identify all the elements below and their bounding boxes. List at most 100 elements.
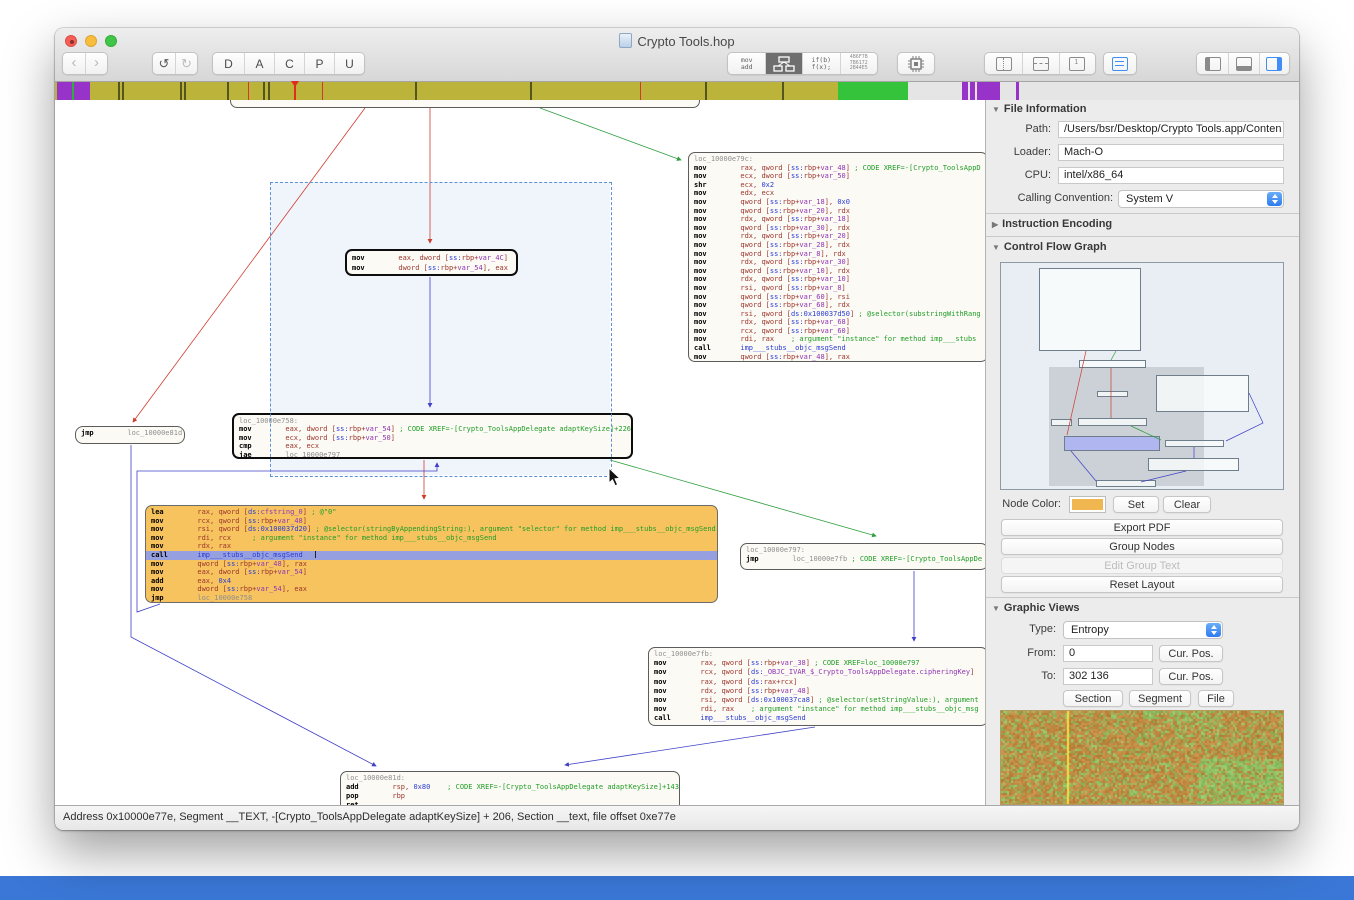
single-view-button[interactable]: 1 [1059, 53, 1095, 74]
basic-block-loop-body-colored[interactable]: lea rax, qword [ds:cfstring_0] ; @"0"mov… [145, 505, 718, 603]
navbar-tick [268, 82, 270, 100]
pseudocode-view-button[interactable]: if(b) f(x); [802, 53, 840, 74]
edge-top-to-jmp81d [133, 108, 365, 422]
popup-stepper-icon [1206, 623, 1221, 637]
hex-view-icon: 4B6F7B 7B6172 2B44E5 [850, 55, 868, 72]
type-label: Type: [1008, 621, 1056, 638]
section-header-graphic-views[interactable]: ▼Graphic Views [992, 602, 1080, 614]
undo-icon: ↺ [159, 56, 170, 72]
hex-view-button[interactable]: 4B6F7B 7B6172 2B44E5 [840, 53, 878, 74]
divider [986, 213, 1299, 214]
type-popup[interactable]: Entropy [1063, 621, 1223, 639]
toggle-right-panel-button[interactable] [1259, 53, 1289, 74]
navbar-tick [782, 82, 784, 100]
reset-layout-button[interactable]: Reset Layout [1001, 576, 1283, 593]
node-color-well[interactable] [1069, 496, 1106, 513]
document-icon [619, 33, 632, 48]
basic-block-loc-10000e758[interactable]: loc_10000e758:mov eax, dword [ss:rbp+var… [232, 413, 633, 459]
inspector-sidebar: ▼File Information Path: /Users/bsr/Deskt… [985, 100, 1299, 805]
control-flow-graph-view[interactable]: jae loc_10000e79c loc_10000e79c:mov rax,… [55, 100, 985, 805]
panel-toggles-group [1196, 52, 1290, 75]
edit-group-text-button[interactable]: Edit Group Text [1001, 557, 1283, 574]
loader-label: Loader: [991, 144, 1051, 161]
basic-block-loc-10000e797[interactable]: loc_10000e797:jmp loc_10000e7fb ; CODE X… [740, 543, 985, 570]
clear-node-color-button[interactable]: Clear [1163, 496, 1211, 513]
inspector-button-group [1103, 52, 1137, 75]
minimap-edges [1001, 263, 1283, 489]
export-pdf-button[interactable]: Export PDF [1001, 519, 1283, 536]
mode-button-undefined[interactable]: U [334, 53, 364, 74]
cfg-minimap[interactable] [1000, 262, 1284, 490]
path-field[interactable]: /Users/bsr/Desktop/Crypto Tools.app/Cont… [1058, 121, 1284, 138]
set-node-color-button[interactable]: Set [1113, 496, 1159, 513]
mode-button-data[interactable]: D [213, 53, 244, 74]
file-information-title: File Information [1004, 103, 1087, 115]
calling-convention-label: Calling Convention: [988, 190, 1113, 207]
horizontal-split-button[interactable] [1022, 53, 1058, 74]
navbar-position-arrow-icon [291, 81, 299, 87]
basic-block-loc-10000e79c[interactable]: loc_10000e79c:mov rax, qword [ss:rbp+var… [688, 152, 985, 362]
view-switcher-group: mov add if(b) f(x); 4B6F7B 7B6172 2B44E5 [727, 52, 878, 75]
desktop-wallpaper-strip [0, 876, 1354, 900]
calling-convention-popup[interactable]: System V [1118, 190, 1284, 208]
node-color-label: Node Color: [996, 496, 1061, 513]
cfg-view-button[interactable] [765, 53, 802, 74]
mode-button-ascii[interactable]: A [244, 53, 274, 74]
back-button[interactable]: ‹ [63, 53, 85, 74]
vertical-split-icon [996, 57, 1012, 71]
file-navigation-bar[interactable] [55, 82, 1299, 101]
forward-button[interactable]: › [85, 53, 107, 74]
disclosure-triangle-icon: ▼ [992, 604, 1000, 613]
mode-button-code[interactable]: C [274, 53, 304, 74]
horizontal-split-icon [1033, 57, 1049, 71]
cpu-button[interactable] [898, 53, 934, 74]
mode-letter-a: A [255, 57, 263, 71]
navbar-tick [263, 82, 265, 100]
redo-button[interactable]: ↻ [175, 53, 197, 74]
from-field[interactable]: 0 [1063, 645, 1153, 662]
popup-stepper-icon [1267, 192, 1282, 206]
inspector-button[interactable] [1104, 53, 1136, 74]
entropy-canvas [1001, 711, 1283, 804]
assembly-view-icon: mov add [741, 57, 753, 71]
forward-chevron-icon: › [94, 55, 99, 70]
group-nodes-button[interactable]: Group Nodes [1001, 538, 1283, 555]
back-chevron-icon: ‹ [71, 55, 76, 70]
section-header-control-flow-graph[interactable]: ▼Control Flow Graph [992, 241, 1107, 253]
basic-block-top-partial[interactable]: jae loc_10000e79c [230, 100, 700, 108]
section-header-instruction-encoding[interactable]: ▶Instruction Encoding [992, 218, 1112, 230]
undo-button[interactable]: ↺ [153, 53, 175, 74]
from-cur-pos-button[interactable]: Cur. Pos. [1159, 645, 1223, 662]
toggle-bottom-panel-button[interactable] [1228, 53, 1258, 74]
basic-block-jmp-e81d[interactable]: jmp loc_10000e81d [75, 426, 185, 444]
mode-button-procedure[interactable]: P [304, 53, 334, 74]
to-field[interactable]: 302 136 [1063, 668, 1153, 685]
split-options-group: 1 [984, 52, 1096, 75]
toggle-left-panel-button[interactable] [1197, 53, 1228, 74]
basic-block-loc-10000e7fb[interactable]: loc_10000e7fb:mov rax, qword [ss:rbp+var… [648, 647, 985, 726]
file-range-button[interactable]: File [1198, 690, 1234, 707]
right-panel-icon [1266, 57, 1282, 71]
mouse-cursor [608, 468, 622, 488]
section-header-file-information[interactable]: ▼ File Information [992, 103, 1086, 115]
navbar-tick [415, 82, 417, 100]
disclosure-triangle-icon: ▼ [992, 105, 1000, 114]
loader-field[interactable]: Mach-O [1058, 144, 1284, 161]
basic-block-loc-10000e81d[interactable]: loc_10000e81d:add rsp, 0x80 ; CODE XREF=… [340, 771, 680, 805]
cpu-label: CPU: [991, 167, 1051, 184]
assembly-view-button[interactable]: mov add [728, 53, 765, 74]
entropy-graphic [1000, 710, 1284, 805]
segment-range-button[interactable]: Segment [1129, 690, 1191, 707]
navbar-tick [184, 82, 186, 100]
navbar-tick [118, 82, 120, 100]
vertical-split-button[interactable] [985, 53, 1022, 74]
bottom-panel-icon [1236, 57, 1252, 71]
basic-block-selected-center[interactable]: mov eax, dword [ss:rbp+var_4C]mov dword … [345, 249, 518, 276]
edge-e7fb-to-e81d [565, 727, 815, 765]
navbar-region [1016, 82, 1019, 100]
navbar-tick [705, 82, 707, 100]
cpu-field[interactable]: intel/x86_64 [1058, 167, 1284, 184]
disclosure-triangle-icon: ▼ [992, 243, 1000, 252]
section-range-button[interactable]: Section [1063, 690, 1123, 707]
to-cur-pos-button[interactable]: Cur. Pos. [1159, 668, 1223, 685]
